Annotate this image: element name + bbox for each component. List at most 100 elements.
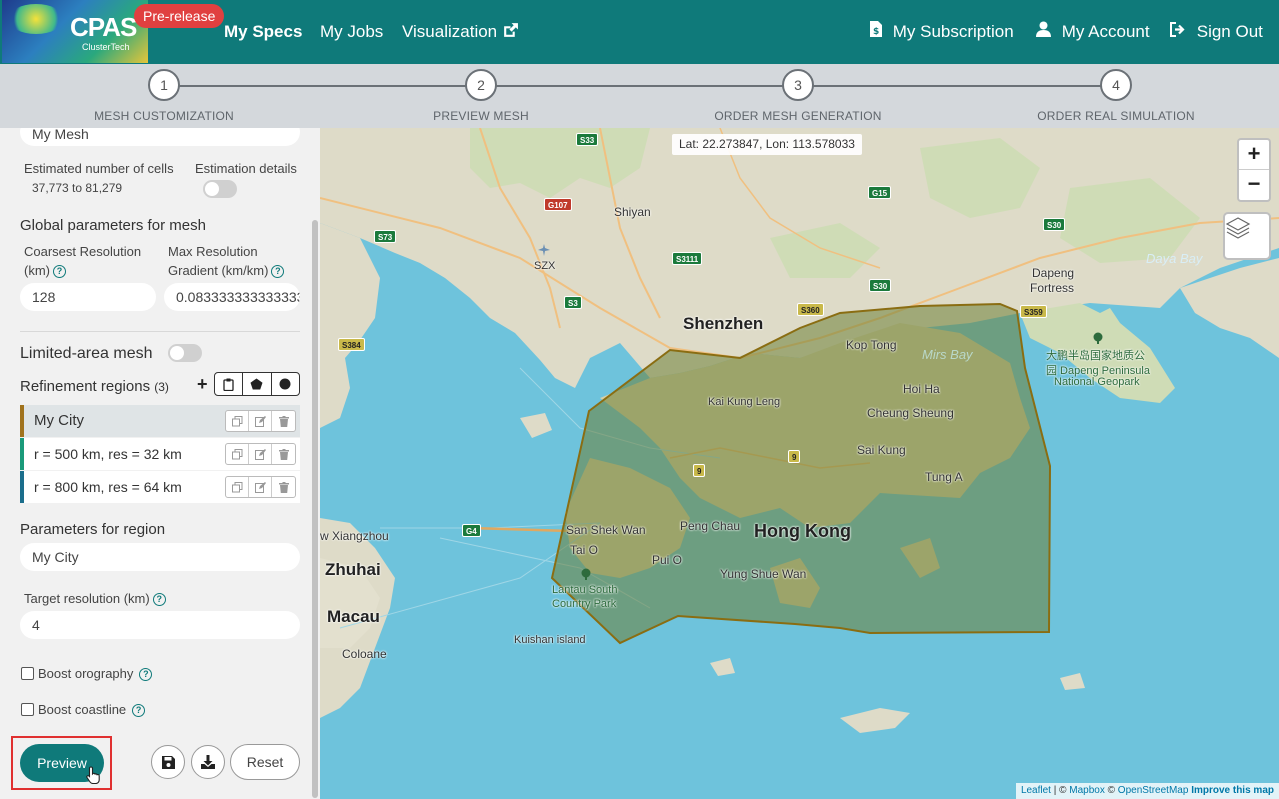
map-label: Tai O — [570, 543, 599, 557]
map-attribution: Leaflet | © Mapbox © OpenStreetMap Impro… — [1015, 783, 1279, 799]
edit-icon[interactable] — [249, 411, 272, 431]
stepper-line — [164, 85, 1116, 87]
help-icon[interactable]: ? — [152, 593, 166, 606]
mesh-name-input[interactable]: My Mesh — [20, 128, 300, 146]
nav-sign-out[interactable]: Sign Out — [1170, 0, 1263, 64]
save-button[interactable] — [151, 745, 185, 779]
region-name-input[interactable]: My City — [20, 543, 300, 571]
help-icon[interactable]: ? — [132, 704, 146, 717]
map-label: Zhuhai — [325, 560, 381, 579]
logo-subtitle: ClusterTech — [82, 42, 130, 52]
map-label: Fortress — [1030, 281, 1075, 295]
map-label: Country Park — [552, 598, 617, 610]
region-color-bar — [20, 471, 24, 503]
step-1-circle[interactable]: 1 — [148, 69, 180, 101]
nav-visualization[interactable]: Visualization — [402, 0, 519, 64]
download-button[interactable] — [191, 745, 225, 779]
step-4-circle[interactable]: 4 — [1100, 69, 1132, 101]
hand-cursor-icon — [86, 766, 102, 789]
copy-icon[interactable] — [226, 444, 249, 464]
est-cells-label: Estimated number of cells — [24, 161, 174, 176]
limited-area-toggle[interactable] — [168, 344, 202, 362]
region-color-bar — [20, 405, 24, 437]
boost-orography-checkbox[interactable] — [21, 667, 34, 680]
clipboard-icon[interactable] — [215, 373, 244, 395]
est-details-toggle[interactable] — [203, 180, 237, 198]
pre-release-badge: Pre-release — [134, 4, 225, 28]
osm-link[interactable]: OpenStreetMap — [1118, 785, 1189, 796]
map-label: Cheung Sheung — [867, 406, 954, 420]
attribution-separator: © — [1104, 785, 1118, 796]
nav-visualization-label: Visualization — [402, 22, 498, 41]
map-label: Coloane — [342, 647, 387, 661]
layers-button[interactable] — [1223, 212, 1271, 260]
region-row-800km[interactable]: r = 800 km, res = 64 km — [20, 471, 300, 503]
region-row-my-city[interactable]: My City — [20, 405, 300, 437]
trash-icon[interactable] — [272, 477, 295, 497]
trash-icon[interactable] — [272, 411, 295, 431]
floppy-icon — [161, 755, 175, 769]
region-row-500km[interactable]: r = 500 km, res = 32 km — [20, 438, 300, 470]
map-label: w Xiangzhou — [320, 529, 389, 543]
region-actions — [225, 443, 296, 465]
region-tools — [214, 372, 300, 396]
top-navbar: CPAS ClusterTech Pre-release My Specs My… — [0, 0, 1279, 64]
map-label: National Geopark — [1054, 376, 1140, 388]
global-params-title: Global parameters for mesh — [20, 217, 206, 234]
nav-my-jobs[interactable]: My Jobs — [320, 0, 383, 64]
copy-icon[interactable] — [226, 411, 249, 431]
coarsest-res-unit: (km) — [24, 263, 50, 278]
boost-orography-text: Boost orography — [38, 666, 134, 681]
help-icon[interactable]: ? — [53, 265, 66, 278]
step-3-circle[interactable]: 3 — [782, 69, 814, 101]
zoom-out-button[interactable]: − — [1239, 170, 1269, 200]
step-2-circle[interactable]: 2 — [465, 69, 497, 101]
sidebar-scrollbar[interactable] — [312, 220, 318, 798]
map-view[interactable]: S33 G107 G15 S30 S73 S3111 S30 S3 S360 S… — [320, 128, 1279, 799]
trash-icon[interactable] — [272, 444, 295, 464]
target-res-input[interactable]: 4 — [20, 611, 300, 639]
map-label: Yung Shue Wan — [720, 567, 807, 581]
cpas-logo[interactable]: CPAS ClusterTech — [2, 0, 148, 63]
map-label: Hoi Ha — [903, 382, 940, 396]
pentagon-icon[interactable] — [243, 373, 272, 395]
zoom-control: + − — [1237, 138, 1271, 202]
mapbox-link[interactable]: Mapbox — [1069, 785, 1105, 796]
edit-icon[interactable] — [249, 444, 272, 464]
copy-icon[interactable] — [226, 477, 249, 497]
leaflet-link[interactable]: Leaflet — [1021, 785, 1051, 796]
est-cells-value: 37,773 to 81,279 — [32, 181, 123, 195]
reset-button[interactable]: Reset — [230, 744, 300, 780]
coarsest-res-input[interactable]: 128 — [20, 283, 156, 311]
edit-icon[interactable] — [249, 477, 272, 497]
map-label: Kai Kung Leng — [708, 396, 781, 408]
circle-icon[interactable] — [272, 373, 299, 395]
help-icon[interactable]: ? — [271, 265, 285, 278]
zoom-in-button[interactable]: + — [1239, 140, 1269, 170]
map-label: Lantau South — [552, 584, 618, 596]
help-icon[interactable]: ? — [139, 668, 153, 681]
region-color-bar — [20, 438, 24, 470]
improve-map-link[interactable]: Improve this map — [1191, 785, 1274, 796]
add-region-icon[interactable]: + — [197, 374, 208, 395]
max-gradient-input[interactable]: 0.083333333333333 — [164, 283, 300, 311]
nav-my-subscription-label: My Subscription — [892, 22, 1014, 41]
max-gradient-label-1: Max Resolution — [168, 244, 258, 259]
nav-my-account-label: My Account — [1061, 22, 1150, 41]
nav-my-account[interactable]: My Account — [1036, 0, 1150, 64]
map-label: Kuishan island — [514, 634, 586, 646]
invoice-icon: $ — [870, 1, 882, 65]
route-shield: S30 — [869, 279, 892, 292]
nav-my-specs[interactable]: My Specs — [224, 0, 302, 64]
route-shield: S359 — [1020, 305, 1047, 318]
coarsest-res-label-1: Coarsest Resolution — [24, 244, 142, 259]
route-shield: S33 — [576, 133, 599, 146]
nav-my-subscription[interactable]: $ My Subscription — [870, 0, 1014, 64]
map-label: Shiyan — [614, 205, 651, 219]
map-label: Sai Kung — [857, 443, 906, 457]
region-name: r = 800 km, res = 64 km — [34, 479, 182, 495]
route-shield: G15 — [868, 186, 892, 199]
region-name: r = 500 km, res = 32 km — [34, 446, 182, 462]
boost-coastline-checkbox[interactable] — [21, 703, 34, 716]
step-4-label: ORDER REAL SIMULATION — [1037, 109, 1195, 123]
